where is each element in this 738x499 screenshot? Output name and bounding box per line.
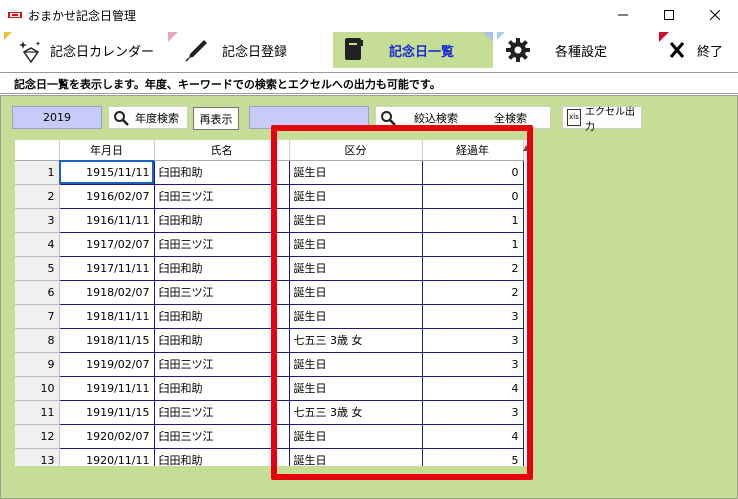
row-number: 7	[15, 304, 60, 329]
name-cell[interactable]: 臼田和助	[154, 448, 290, 466]
excel-file-icon: xls	[567, 109, 581, 126]
row-number: 10	[15, 376, 60, 401]
tab-exit-label: 終了	[697, 44, 724, 60]
name-cell[interactable]: 臼田和助	[154, 160, 290, 185]
highlight-box	[271, 125, 533, 480]
name-cell[interactable]: 臼田三ツ江	[154, 352, 290, 377]
tab-corner	[659, 32, 669, 42]
row-number: 6	[15, 280, 60, 305]
tab-corner	[483, 32, 493, 42]
name-cell[interactable]: 臼田和助	[154, 256, 290, 281]
pen-icon	[185, 40, 207, 62]
close-button[interactable]	[692, 0, 738, 30]
date-cell[interactable]: 1915/11/11	[59, 160, 155, 185]
sparkle-diamond-icon	[19, 41, 41, 64]
name-cell[interactable]: 臼田三ツ江	[154, 184, 290, 209]
search-icon	[381, 111, 396, 126]
notebook-icon	[345, 38, 363, 60]
name-cell[interactable]: 臼田三ツ江	[154, 280, 290, 305]
row-number: 12	[15, 424, 60, 449]
window-title: おまかせ記念日管理	[28, 9, 137, 23]
row-number: 4	[15, 232, 60, 257]
date-cell[interactable]: 1920/11/11	[59, 448, 155, 466]
close-icon	[710, 10, 720, 20]
info-text: 記念日一覧を表示します。年度、キーワードでの検索とエクセルへの出力も可能です。	[14, 78, 441, 91]
all-search-label[interactable]: 全検索	[494, 110, 527, 126]
tab-settings-label: 各種設定	[555, 44, 608, 60]
row-number: 11	[15, 400, 60, 425]
row-number: 13	[15, 448, 60, 466]
minimize-button[interactable]	[600, 0, 646, 30]
date-cell[interactable]: 1920/02/07	[59, 424, 155, 449]
tab-calendar[interactable]: 記念日カレンダー	[4, 32, 162, 68]
date-cell[interactable]: 1916/11/11	[59, 208, 155, 233]
name-cell[interactable]: 臼田三ツ江	[154, 424, 290, 449]
column-header	[15, 140, 60, 161]
tab-corner	[4, 32, 12, 40]
tab-list-label: 記念日一覧	[389, 44, 455, 60]
maximize-button[interactable]	[646, 0, 692, 30]
row-number: 5	[15, 256, 60, 281]
search-icon	[114, 111, 129, 126]
year-search-button[interactable]: 年度検索	[108, 106, 188, 129]
name-cell[interactable]: 臼田和助	[154, 208, 290, 233]
maximize-icon	[664, 10, 674, 20]
tab-exit[interactable]: 終了	[659, 32, 738, 68]
tab-register[interactable]: 記念日登録	[168, 32, 326, 68]
row-number: 8	[15, 328, 60, 353]
excel-export-button[interactable]: xls エクセル出力	[562, 106, 642, 133]
gear-icon	[506, 38, 530, 62]
tab-list[interactable]: 記念日一覧	[333, 32, 493, 68]
date-cell[interactable]: 1918/02/07	[59, 280, 155, 305]
tab-calendar-label: 記念日カレンダー	[50, 44, 155, 60]
filter-search-label: 絞込検索	[414, 111, 458, 125]
tab-register-label: 記念日登録	[222, 44, 288, 60]
column-header-name[interactable]: 氏名	[154, 140, 290, 161]
minimize-icon	[618, 14, 628, 16]
date-cell[interactable]: 1916/02/07	[59, 184, 155, 209]
info-strip: 記念日一覧を表示します。年度、キーワードでの検索とエクセルへの出力も可能です。	[0, 72, 738, 94]
row-number: 9	[15, 352, 60, 377]
name-cell[interactable]: 臼田和助	[154, 304, 290, 329]
tab-corner	[497, 32, 505, 40]
row-number: 1	[15, 160, 60, 185]
date-cell[interactable]: 1918/11/15	[59, 328, 155, 353]
title-bar: おまかせ記念日管理	[0, 0, 738, 30]
redisplay-button[interactable]: 再表示	[193, 107, 239, 130]
tab-corner	[168, 32, 178, 42]
column-header-date[interactable]: 年月日	[59, 140, 155, 161]
excel-export-label: エクセル出力	[585, 106, 635, 133]
date-cell[interactable]: 1919/11/11	[59, 376, 155, 401]
year-search-label: 年度検索	[135, 111, 179, 125]
name-cell[interactable]: 臼田三ツ江	[154, 400, 290, 425]
tab-bar: 記念日カレンダー 記念日登録 記念日一覧 各種設定 終了	[0, 30, 738, 70]
name-cell[interactable]: 臼田三ツ江	[154, 232, 290, 257]
date-cell[interactable]: 1919/11/15	[59, 400, 155, 425]
row-number: 3	[15, 208, 60, 233]
year-input[interactable]: 2019	[12, 106, 102, 129]
x-mark-icon	[669, 42, 685, 58]
date-cell[interactable]: 1919/02/07	[59, 352, 155, 377]
date-cell[interactable]: 1918/11/11	[59, 304, 155, 329]
date-cell[interactable]: 1917/11/11	[59, 256, 155, 281]
name-cell[interactable]: 臼田和助	[154, 328, 290, 353]
tab-settings[interactable]: 各種設定	[497, 32, 655, 68]
row-number: 2	[15, 184, 60, 209]
app-logo-icon	[8, 12, 22, 18]
date-cell[interactable]: 1917/02/07	[59, 232, 155, 257]
name-cell[interactable]: 臼田和助	[154, 376, 290, 401]
